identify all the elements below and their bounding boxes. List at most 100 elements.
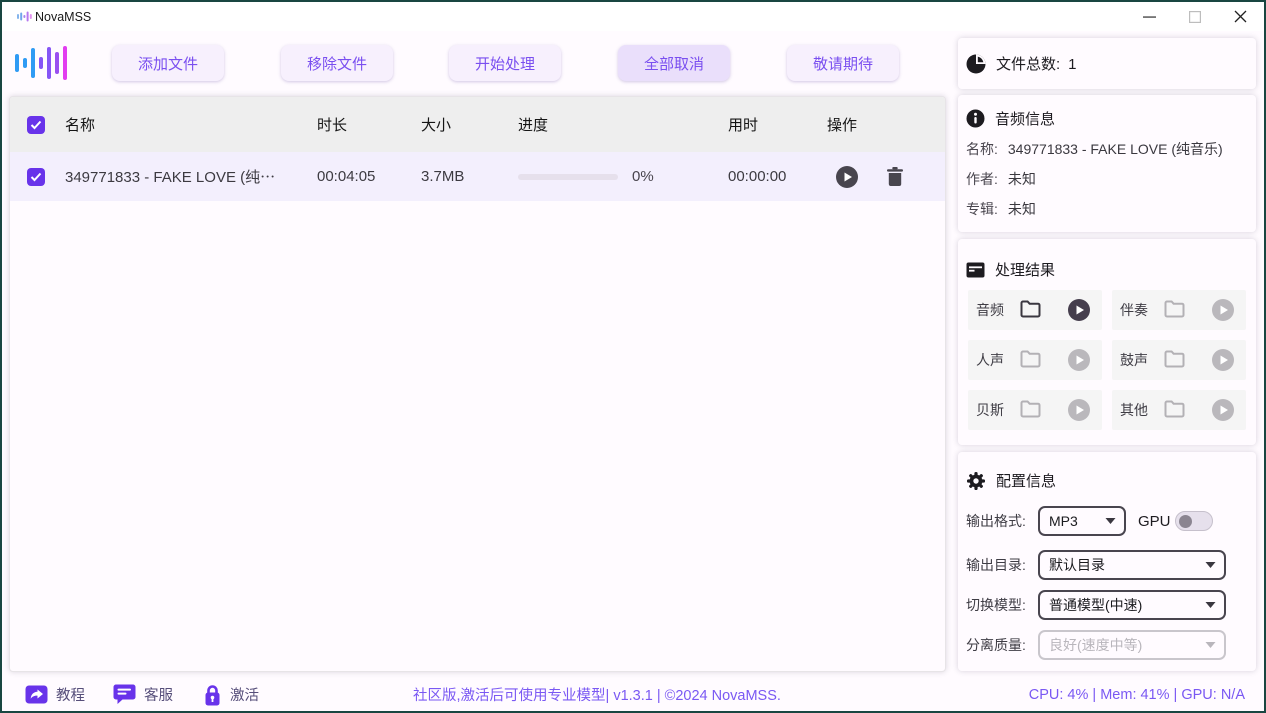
result-cell-drums: 鼓声 (1112, 340, 1246, 380)
coming-soon-label: 敬请期待 (813, 53, 873, 74)
header-elapsed[interactable]: 用时 (728, 97, 758, 152)
result-label-other: 其他 (1120, 390, 1148, 430)
app-window: NovaMSS 添加文件 移除文件 开始处理 全部取消 敬请期待 名称 (0, 0, 1266, 713)
close-icon (1234, 10, 1247, 23)
result-label-drums: 鼓声 (1120, 340, 1148, 380)
add-files-label: 添加文件 (138, 53, 198, 74)
folder-icon[interactable] (1164, 400, 1185, 423)
system-stats: CPU: 4% | Mem: 41% | GPU: N/A (1029, 678, 1245, 711)
add-files-button[interactable]: 添加文件 (112, 45, 224, 81)
header-size[interactable]: 大小 (421, 97, 451, 152)
row-delete-button[interactable] (887, 152, 903, 201)
lock-icon (203, 684, 222, 706)
result-label-bass: 贝斯 (976, 390, 1004, 430)
row-duration: 00:04:05 (317, 152, 375, 201)
result-label-audio: 音频 (976, 290, 1004, 330)
output-dir-label: 输出目录: (966, 550, 1026, 580)
header-progress[interactable]: 进度 (518, 97, 548, 152)
folder-icon[interactable] (1020, 350, 1041, 373)
folder-icon[interactable] (1164, 350, 1185, 373)
cancel-all-button[interactable]: 全部取消 (618, 45, 730, 81)
row-play-button[interactable] (836, 152, 858, 201)
gear-icon (966, 471, 986, 491)
file-table: 名称 时长 大小 进度 用时 操作 349771833 - FAKE LOVE … (9, 96, 946, 672)
gpu-toggle-knob (1179, 515, 1192, 528)
maximize-icon (1189, 11, 1201, 23)
result-card-icon (966, 262, 985, 278)
file-count-label: 文件总数: (996, 53, 1060, 74)
select-all-checkbox[interactable] (27, 116, 45, 134)
audio-artist-label: 作者: (966, 169, 998, 189)
output-dir-select[interactable]: 默认目录 (1038, 550, 1226, 580)
quality-value: 良好(速度中等) (1049, 635, 1142, 655)
row-checkbox[interactable] (27, 168, 45, 186)
minimize-icon (1143, 11, 1156, 23)
result-play-button[interactable] (1212, 349, 1234, 376)
table-row[interactable]: 349771833 - FAKE LOVE (纯⋯ 00:04:05 3.7MB… (10, 152, 945, 201)
output-format-select[interactable]: MP3 (1038, 506, 1126, 536)
audio-info-card: 音频信息 名称:349771833 - FAKE LOVE (纯音乐) 作者:未… (958, 95, 1256, 232)
pie-chart-icon (966, 54, 986, 74)
result-cell-other: 其他 (1112, 390, 1246, 430)
result-play-button[interactable] (1068, 399, 1090, 426)
info-icon (966, 109, 985, 128)
result-cell-bass: 贝斯 (968, 390, 1102, 430)
file-count-value: 1 (1068, 56, 1076, 73)
file-count: 文件总数: 1 (996, 53, 1077, 74)
gpu-toggle[interactable] (1175, 511, 1213, 531)
remove-files-button[interactable]: 移除文件 (281, 45, 393, 81)
result-cell-audio: 音频 (968, 290, 1102, 330)
trash-icon (887, 167, 903, 186)
start-process-button[interactable]: 开始处理 (449, 45, 561, 81)
results-title: 处理结果 (995, 259, 1055, 280)
model-label: 切换模型: (966, 590, 1026, 620)
audio-album-label: 专辑: (966, 199, 998, 219)
folder-icon[interactable] (1020, 300, 1041, 323)
audio-album-value: 未知 (1008, 199, 1036, 219)
status-center-text: 社区版,激活后可使用专业模型| v1.3.1 | ©2024 NovaMSS. (413, 678, 781, 711)
result-play-button[interactable] (1068, 349, 1090, 376)
chevron-down-icon (1205, 562, 1216, 569)
chevron-down-icon (1205, 602, 1216, 609)
quality-select: 良好(速度中等) (1038, 630, 1226, 660)
header-duration[interactable]: 时长 (317, 97, 347, 152)
coming-soon-button[interactable]: 敬请期待 (787, 45, 899, 81)
config-title: 配置信息 (996, 470, 1056, 491)
audio-artist-value: 未知 (1008, 169, 1036, 189)
result-cell-accomp: 伴奏 (1112, 290, 1246, 330)
result-play-button[interactable] (1068, 299, 1090, 326)
support-link[interactable]: 客服 (113, 678, 173, 711)
audio-name-label: 名称: (966, 139, 998, 159)
cancel-all-label: 全部取消 (644, 53, 704, 74)
model-value: 普通模型(中速) (1049, 595, 1142, 615)
gpu-label: GPU (1138, 506, 1171, 536)
model-select[interactable]: 普通模型(中速) (1038, 590, 1226, 620)
result-play-button[interactable] (1212, 399, 1234, 426)
activate-label: 激活 (230, 684, 259, 705)
audio-name-value: 349771833 - FAKE LOVE (纯音乐) (1008, 139, 1223, 159)
file-count-card: 文件总数: 1 (958, 38, 1256, 89)
remove-files-label: 移除文件 (307, 53, 367, 74)
row-elapsed: 00:00:00 (728, 152, 786, 201)
output-format-value: MP3 (1049, 513, 1078, 529)
chevron-down-icon (1105, 518, 1116, 525)
activate-link[interactable]: 激活 (203, 678, 259, 711)
quality-label: 分离质量: (966, 630, 1026, 660)
tutorial-link[interactable]: 教程 (25, 678, 85, 711)
maximize-button[interactable] (1174, 2, 1216, 31)
app-waveform-icon-small (17, 10, 32, 28)
support-label: 客服 (144, 684, 173, 705)
close-button[interactable] (1219, 2, 1261, 31)
result-cell-vocals: 人声 (968, 340, 1102, 380)
chevron-down-icon (1205, 642, 1216, 649)
header-name[interactable]: 名称 (65, 97, 95, 152)
app-logo-waveform (14, 42, 70, 89)
output-dir-value: 默认目录 (1049, 555, 1105, 575)
window-title: NovaMSS (35, 2, 91, 31)
row-progress-text: 0% (632, 152, 654, 201)
minimize-button[interactable] (1128, 2, 1170, 31)
folder-icon[interactable] (1164, 300, 1185, 323)
output-format-label: 输出格式: (966, 506, 1026, 536)
folder-icon[interactable] (1020, 400, 1041, 423)
result-play-button[interactable] (1212, 299, 1234, 326)
